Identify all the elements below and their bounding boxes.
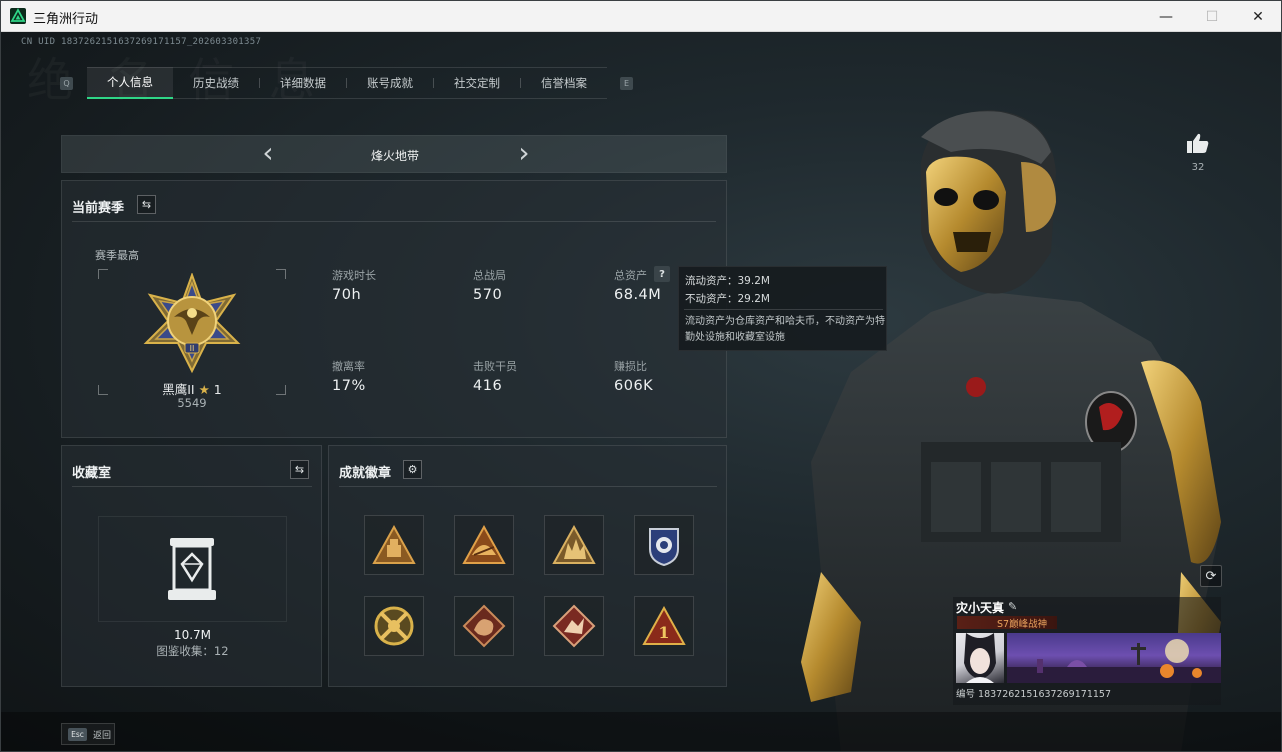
close-button[interactable]: ✕ bbox=[1235, 1, 1281, 32]
player-name: 灾小天真 bbox=[956, 601, 1005, 615]
window-title: 三角洲行动 bbox=[33, 12, 99, 27]
back-button[interactable]: Esc 返回 bbox=[61, 723, 115, 745]
chevron-right-icon[interactable]: › bbox=[512, 139, 536, 167]
achievement-badge-4[interactable] bbox=[634, 515, 694, 575]
achievement-badge-5[interactable] bbox=[364, 596, 424, 656]
stat-label-extract-rate: 撤离率 bbox=[332, 360, 365, 373]
svg-text:II: II bbox=[190, 344, 195, 353]
stat-value-assets: 68.4M bbox=[614, 287, 662, 303]
avatar[interactable] bbox=[956, 633, 1004, 683]
like-count: 32 bbox=[1191, 162, 1205, 173]
minimize-button[interactable]: — bbox=[1143, 1, 1189, 32]
assets-description: 流动资产为仓库资产和哈夫币，不动资产为特勤处设施和收藏室设施 bbox=[685, 316, 885, 343]
player-banner-image bbox=[1007, 633, 1221, 683]
e-key-hint: E bbox=[620, 77, 633, 90]
display-case-icon bbox=[164, 534, 220, 604]
swap-icon[interactable]: ⇆ bbox=[137, 195, 156, 214]
collection-room-panel: 收藏室 ⇆ 10.7M 图鉴收集：12 bbox=[61, 445, 322, 687]
mode-title: 烽火地带 bbox=[370, 149, 419, 163]
season-title: 当前赛季 bbox=[72, 201, 125, 216]
stat-label-assets: 总资产 bbox=[614, 269, 647, 282]
mode-selector: ‹ 烽火地带 › bbox=[61, 135, 727, 173]
achievement-badge-7[interactable] bbox=[544, 596, 604, 656]
tab-match-history[interactable]: 历史战绩 bbox=[173, 67, 259, 99]
tab-social-custom[interactable]: 社交定制 bbox=[434, 67, 520, 99]
achievement-badge-6[interactable] bbox=[454, 596, 514, 656]
current-season-panel: 当前赛季 ⇆ 赛季最高 II 黑鹰II ★ 1 5549 游戏时长 70h 总战… bbox=[61, 180, 727, 438]
stat-label-profit-ratio: 赚损比 bbox=[614, 360, 647, 373]
like-button[interactable]: 32 bbox=[1183, 132, 1213, 173]
player-card: 灾小天真 ✎ S7巅峰战神 编号 1837262151637269171157 bbox=[953, 597, 1221, 705]
help-icon[interactable]: ? bbox=[654, 266, 670, 282]
stat-label-playtime: 游戏时长 bbox=[332, 269, 376, 282]
esc-key-hint: Esc bbox=[68, 728, 87, 741]
achievement-badge-1[interactable] bbox=[364, 515, 424, 575]
player-title-tag: S7巅峰战神 bbox=[957, 616, 1057, 630]
game-viewport: 绝 名 信 息 CN UID 1837262151637269171157_20… bbox=[1, 32, 1281, 751]
stat-label-matches: 总战局 bbox=[473, 269, 506, 282]
refresh-icon[interactable]: ⟳ bbox=[1200, 565, 1222, 587]
fixed-assets: 不动资产：29.2M bbox=[685, 293, 770, 305]
achievement-badges-panel: 成就徽章 ⚙ 1 bbox=[328, 445, 727, 687]
achievement-badge-2[interactable] bbox=[454, 515, 514, 575]
stat-value-profit-ratio: 606K bbox=[614, 378, 654, 394]
tab-personal-info[interactable]: 个人信息 bbox=[87, 67, 173, 99]
profile-tabs: Q 个人信息 历史战绩 详细数据 账号成就 社交定制 信誉档案 E bbox=[57, 67, 639, 99]
badges-title: 成就徽章 bbox=[339, 466, 392, 481]
gear-icon[interactable]: ⚙ bbox=[403, 460, 422, 479]
thumbs-up-icon bbox=[1187, 133, 1209, 153]
app-logo-icon bbox=[10, 8, 26, 24]
collection-title: 收藏室 bbox=[72, 466, 112, 481]
season-best-label: 赛季最高 bbox=[95, 249, 139, 262]
achievement-badge-3[interactable] bbox=[544, 515, 604, 575]
uid-label: CN UID 1837262151637269171157_2026033013… bbox=[21, 37, 262, 47]
maximize-button[interactable]: ☐ bbox=[1189, 1, 1235, 32]
title-bar: 三角洲行动 — ☐ ✕ bbox=[1, 1, 1281, 32]
collection-value: 10.7M bbox=[173, 628, 212, 642]
tab-detailed-data[interactable]: 详细数据 bbox=[260, 67, 346, 99]
stat-value-matches: 570 bbox=[473, 287, 503, 303]
app-window: 三角洲行动 — ☐ ✕ 绝 名 信 息 CN UID 1837262151637… bbox=[0, 0, 1282, 752]
tab-achievements[interactable]: 账号成就 bbox=[347, 67, 433, 99]
rank-score: 5549 bbox=[177, 396, 207, 410]
player-id: 编号 1837262151637269171157 bbox=[956, 689, 1111, 700]
collection-count: 图鉴收集：12 bbox=[156, 644, 229, 658]
star-icon: ★ bbox=[198, 382, 210, 397]
stat-label-kills: 击败干员 bbox=[473, 360, 517, 373]
back-label: 返回 bbox=[93, 731, 112, 741]
stat-value-kills: 416 bbox=[473, 378, 503, 394]
svg-text:1: 1 bbox=[658, 623, 669, 642]
swap-icon[interactable]: ⇆ bbox=[290, 460, 309, 479]
stat-value-extract-rate: 17% bbox=[332, 378, 366, 394]
stat-value-playtime: 70h bbox=[332, 287, 362, 303]
rank-emblem-icon: II bbox=[138, 272, 246, 375]
bottom-bar: Esc 返回 bbox=[1, 712, 1281, 751]
assets-tooltip: 流动资产：39.2M 不动资产：29.2M 流动资产为仓库资产和哈夫币，不动资产… bbox=[678, 266, 887, 351]
achievement-badge-8[interactable]: 1 bbox=[634, 596, 694, 656]
tab-credit-file[interactable]: 信誉档案 bbox=[521, 67, 607, 99]
q-key-hint: Q bbox=[60, 77, 73, 90]
edit-icon[interactable]: ✎ bbox=[1008, 600, 1017, 613]
liquid-assets: 流动资产：39.2M bbox=[685, 275, 770, 287]
